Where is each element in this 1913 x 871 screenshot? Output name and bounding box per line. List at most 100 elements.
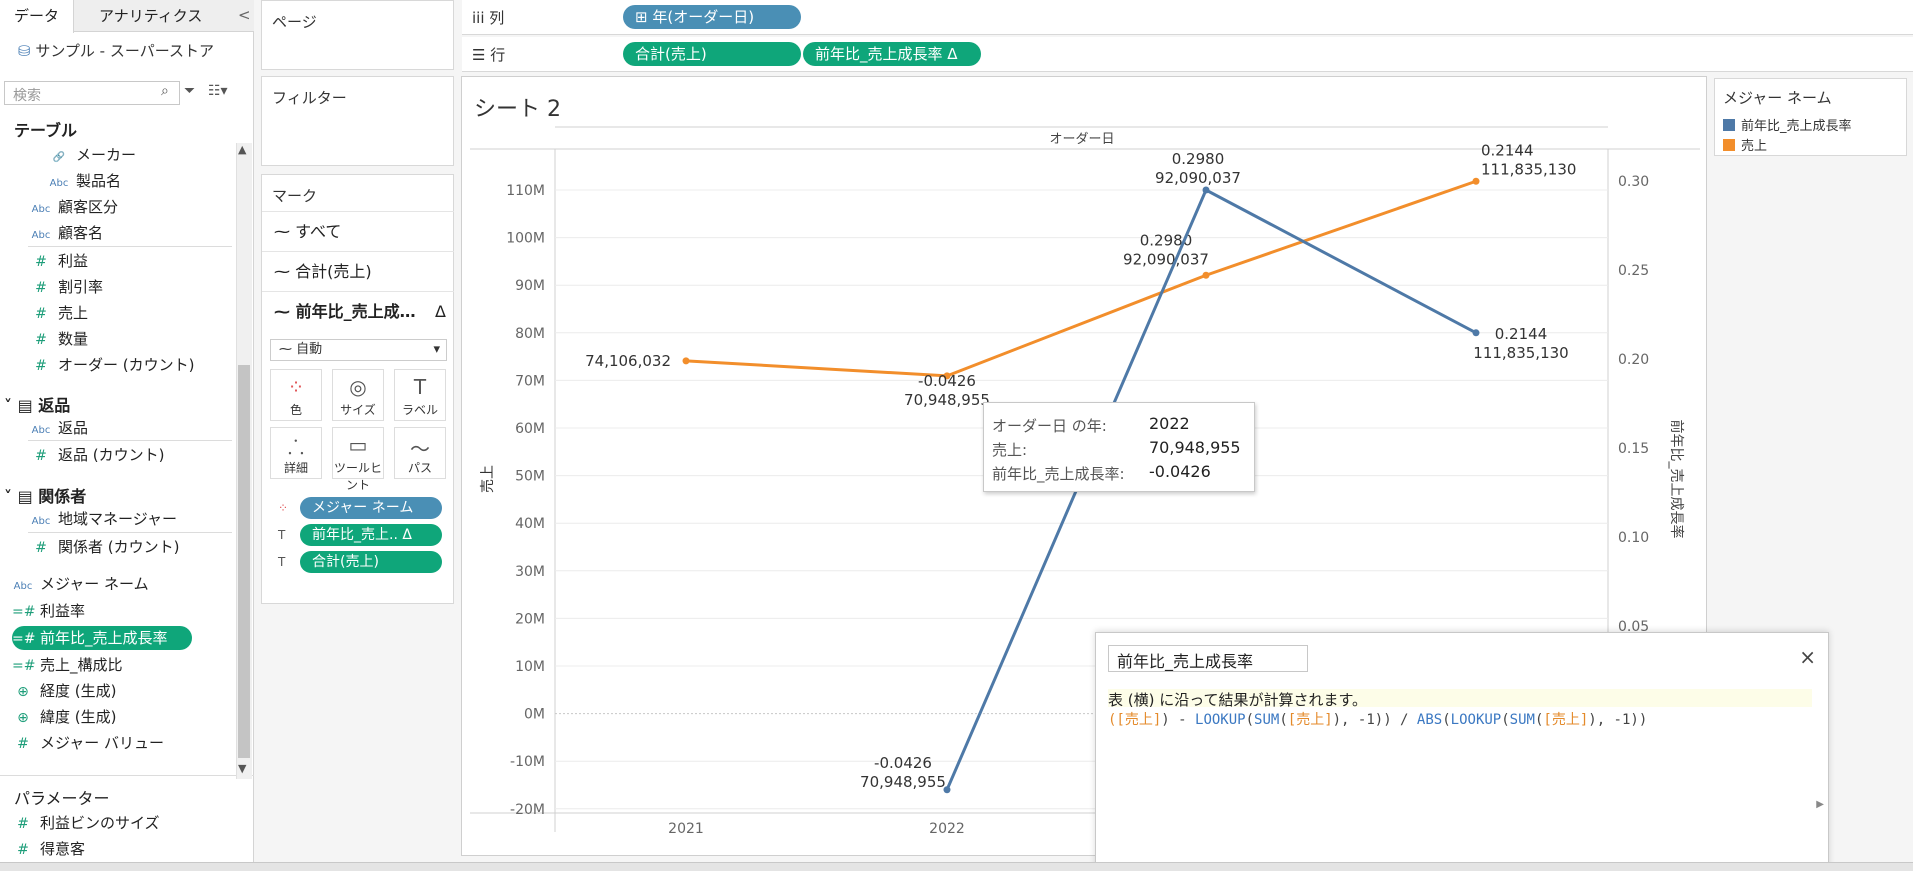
section-people[interactable]: ˅ ▤ 関係者	[4, 483, 86, 507]
scrollbar-thumb[interactable]	[238, 365, 250, 758]
filters-card[interactable]: フィルター	[261, 76, 454, 166]
marks-pill-sum-sales[interactable]: 合計(売上)	[300, 551, 442, 573]
marks-card: マーク ⁓ すべて ⁓ 合計(売上) ⁓ 前年比_売上成… Δ ⁓ 自動 ▾ ⁘ 色…	[261, 174, 454, 604]
sheet-tab-bar[interactable]	[0, 862, 1913, 871]
data-label: 70,948,955	[860, 773, 946, 791]
data-point	[1472, 177, 1480, 185]
field-item[interactable]: # 得意客	[12, 837, 85, 861]
data-point	[1202, 186, 1210, 194]
field-label: 得意客	[40, 840, 86, 858]
field-item[interactable]: # メジャー バリュー	[12, 731, 164, 755]
marks-item-yoy[interactable]: ⁓ 前年比_売上成… Δ	[262, 291, 454, 331]
search-icon[interactable]: ⌕	[161, 83, 169, 99]
pages-card[interactable]: ページ	[261, 0, 454, 70]
legend-title: メジャー ネーム	[1723, 89, 1832, 107]
formula-text: ) -	[1161, 712, 1196, 728]
field-item[interactable]: Abc 地域マネージャー	[30, 507, 177, 531]
series-line	[685, 179, 1477, 378]
field-label: 売上	[58, 304, 89, 322]
field-item[interactable]: Abc 顧客区分	[30, 195, 118, 219]
field-item[interactable]: Abc メジャー ネーム	[12, 572, 149, 596]
field-type-icon: #	[35, 306, 47, 322]
field-type-icon: Abc	[31, 516, 51, 527]
close-icon[interactable]: ×	[1799, 645, 1816, 669]
path-button[interactable]: 〜パス	[394, 427, 446, 479]
section-parameters[interactable]: パラメーター	[14, 785, 110, 809]
field-item[interactable]: # 売上	[30, 301, 88, 325]
tab-data[interactable]: データ	[0, 0, 75, 33]
columns-pill-year[interactable]: ⊞ 年(オーダー日)	[623, 5, 801, 29]
field-item[interactable]: # 関係者 (カウント)	[30, 535, 179, 559]
field-type-icon: =#	[12, 604, 36, 620]
formula-text: ), -1))	[1588, 712, 1648, 728]
field-item[interactable]: ⊕ 緯度 (生成)	[12, 705, 116, 729]
field-item[interactable]: # 利益ビンのサイズ	[12, 811, 159, 835]
field-item[interactable]: # 割引率	[30, 275, 103, 299]
field-item[interactable]: # オーダー (カウント)	[30, 353, 194, 377]
divider	[28, 532, 232, 533]
calc-formula-editor[interactable]: ([売上]) - LOOKUP(SUM([売上]), -1)) / ABS(LO…	[1108, 709, 1647, 729]
section-table[interactable]: テーブル	[14, 117, 77, 141]
view-options-icon[interactable]: ☷▾	[208, 83, 228, 99]
search-input[interactable]: 検索	[4, 81, 180, 105]
field-item[interactable]: # 利益	[30, 249, 88, 273]
field-item[interactable]: Abc 製品名	[48, 169, 121, 193]
y-axis-title: 売上	[480, 465, 496, 493]
field-label: 利益率	[40, 602, 86, 620]
field-item[interactable]: Abc 顧客名	[30, 221, 103, 245]
tab-analytics[interactable]: アナリティクス	[85, 0, 216, 32]
field-item[interactable]: # 返品 (カウント)	[30, 443, 164, 467]
color-button[interactable]: ⁘ 色	[270, 369, 322, 421]
legend-swatch	[1723, 119, 1735, 131]
label-icon: T	[278, 555, 286, 569]
columns-shelf-label: iii 列	[472, 9, 505, 27]
rows-pill-yoy-growth[interactable]: 前年比_売上成長率 Δ	[803, 42, 981, 66]
field-label: 前年比_売上成長率	[40, 629, 168, 647]
tooltip-value-year: 2022	[1149, 414, 1190, 433]
legend-item-sales[interactable]: 売上	[1723, 135, 1767, 154]
section-returns[interactable]: ˅ ▤ 返品	[4, 392, 70, 416]
y-tick-label: 90M	[515, 278, 545, 294]
size-button[interactable]: ◎ サイズ	[332, 369, 384, 421]
scroll-down-icon[interactable]: ▼	[238, 762, 246, 775]
y2-tick-label: 0.25	[1618, 263, 1649, 279]
expand-panel-icon[interactable]: ▶	[1816, 799, 1824, 810]
marks-pill-measure-names[interactable]: メジャー ネーム	[300, 497, 442, 519]
rows-pill-sum-sales[interactable]: 合計(売上)	[623, 42, 801, 66]
field-label: 顧客名	[58, 224, 104, 242]
detail-button[interactable]: ⸫ 詳細	[270, 427, 322, 479]
y-tick-label: 30M	[515, 564, 545, 580]
label-button[interactable]: T ラベル	[394, 369, 446, 421]
marks-item-all[interactable]: ⁓ すべて	[262, 211, 454, 251]
filter-icon[interactable]: ⏷	[184, 83, 195, 99]
field-item[interactable]: 🔗 メーカー	[48, 143, 136, 167]
calc-name-input[interactable]: 前年比_売上成長率	[1108, 645, 1308, 672]
legend-item-yoy[interactable]: 前年比_売上成長率	[1723, 115, 1852, 134]
formula-function: LOOKUP	[1195, 712, 1246, 728]
rows-icon: ☰	[472, 46, 491, 64]
field-item[interactable]: =# 前年比_売上成長率	[12, 626, 192, 650]
marks-pill-yoy[interactable]: 前年比_売上.. Δ	[300, 524, 442, 546]
y-tick-label: 80M	[515, 326, 545, 342]
field-item[interactable]: Abc 返品	[30, 416, 88, 440]
formula-text: (	[1279, 712, 1288, 728]
marks-item-sum-sales[interactable]: ⁓ 合計(売上)	[262, 251, 454, 291]
datasource-item[interactable]: ⛁ サンプル - スーパーストア	[18, 40, 214, 61]
legend-swatch	[1723, 139, 1735, 151]
field-item[interactable]: # 数量	[30, 327, 88, 351]
tooltip-value-yoy: -0.0426	[1149, 462, 1211, 481]
y-tick-label: 0M	[524, 707, 545, 723]
scroll-up-icon[interactable]: ▲	[238, 143, 246, 156]
field-item[interactable]: =# 利益率	[12, 599, 85, 623]
mark-type-select[interactable]: ⁓ 自動 ▾	[270, 339, 447, 361]
collapse-pane-icon[interactable]: <	[238, 6, 251, 24]
field-type-icon: #	[17, 736, 29, 752]
rows-shelf[interactable]: ☰ 行 合計(売上) 前年比_売上成長率 Δ	[462, 37, 1913, 72]
tooltip-button[interactable]: ▭ ツールヒント	[332, 427, 384, 492]
field-type-icon: #	[17, 842, 29, 858]
line-mark-icon: ⁓	[279, 342, 297, 357]
calculation-editor: 前年比_売上成長率 × 表 (横) に沿って結果が計算されます。 ([売上]) …	[1095, 632, 1829, 871]
field-item[interactable]: =# 売上_構成比	[12, 653, 123, 677]
field-item[interactable]: ⊕ 経度 (生成)	[12, 679, 116, 703]
columns-shelf[interactable]: iii 列 ⊞ 年(オーダー日)	[462, 0, 1913, 35]
